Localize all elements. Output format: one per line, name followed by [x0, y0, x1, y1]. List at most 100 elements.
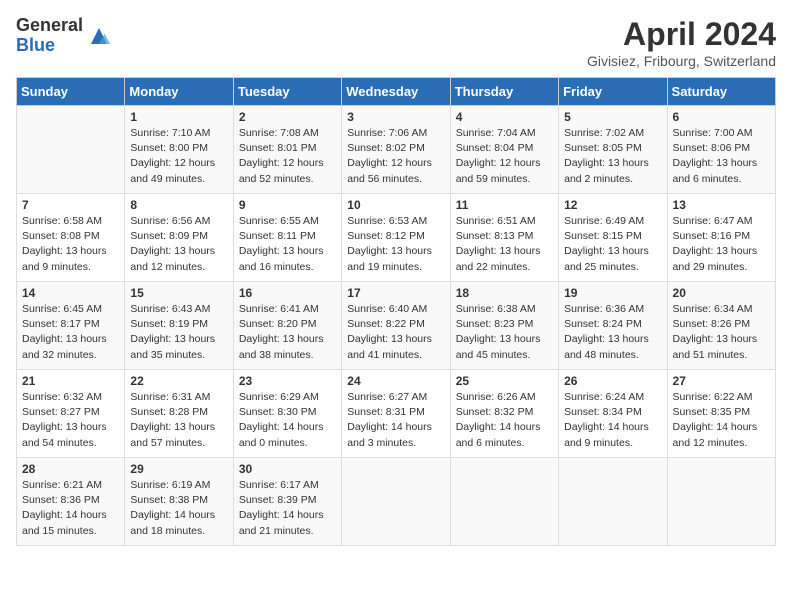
- day-info: Sunrise: 6:24 AM Sunset: 8:34 PM Dayligh…: [564, 390, 661, 451]
- day-info: Sunrise: 6:29 AM Sunset: 8:30 PM Dayligh…: [239, 390, 336, 451]
- day-number: 14: [22, 286, 119, 300]
- calendar-week-row: 1Sunrise: 7:10 AM Sunset: 8:00 PM Daylig…: [17, 106, 776, 194]
- calendar-cell: 7 Sunrise: 6:58 AM Sunset: 8:08 PM Daylig…: [17, 194, 125, 282]
- day-number: 15: [130, 286, 227, 300]
- header-saturday: Saturday: [667, 78, 775, 106]
- day-info: Sunrise: 6:21 AM Sunset: 8:36 PM Dayligh…: [22, 478, 119, 539]
- day-info: Sunrise: 6:38 AM Sunset: 8:23 PM Dayligh…: [456, 302, 553, 363]
- calendar-week-row: 7 Sunrise: 6:58 AM Sunset: 8:08 PM Daylig…: [17, 194, 776, 282]
- calendar-cell: 4 Sunrise: 7:04 AM Sunset: 8:04 PM Daylig…: [450, 106, 558, 194]
- logo-general-text: General: [16, 16, 83, 36]
- day-info: Sunrise: 6:36 AM Sunset: 8:24 PM Dayligh…: [564, 302, 661, 363]
- calendar-cell: 25 Sunrise: 6:26 AM Sunset: 8:32 PM Dayli…: [450, 370, 558, 458]
- day-number: 13: [673, 198, 770, 212]
- calendar-cell: 10 Sunrise: 6:53 AM Sunset: 8:12 PM Dayli…: [342, 194, 450, 282]
- calendar-cell: 3 Sunrise: 7:06 AM Sunset: 8:02 PM Daylig…: [342, 106, 450, 194]
- day-info: Sunrise: 7:02 AM Sunset: 8:05 PM Dayligh…: [564, 126, 661, 187]
- calendar-cell: 17 Sunrise: 6:40 AM Sunset: 8:22 PM Dayli…: [342, 282, 450, 370]
- day-info: Sunrise: 7:04 AM Sunset: 8:04 PM Dayligh…: [456, 126, 553, 187]
- calendar-week-row: 21 Sunrise: 6:32 AM Sunset: 8:27 PM Dayli…: [17, 370, 776, 458]
- calendar-cell: 9 Sunrise: 6:55 AM Sunset: 8:11 PM Daylig…: [233, 194, 341, 282]
- day-info: Sunrise: 6:17 AM Sunset: 8:39 PM Dayligh…: [239, 478, 336, 539]
- calendar-cell: 6 Sunrise: 7:00 AM Sunset: 8:06 PM Daylig…: [667, 106, 775, 194]
- day-number: 23: [239, 374, 336, 388]
- day-number: 28: [22, 462, 119, 476]
- day-number: 11: [456, 198, 553, 212]
- calendar-cell: 15Sunrise: 6:43 AM Sunset: 8:19 PM Dayli…: [125, 282, 233, 370]
- header-friday: Friday: [559, 78, 667, 106]
- day-number: 25: [456, 374, 553, 388]
- day-number: 22: [130, 374, 227, 388]
- day-number: 8: [130, 198, 227, 212]
- day-info: Sunrise: 6:55 AM Sunset: 8:11 PM Dayligh…: [239, 214, 336, 275]
- day-info: Sunrise: 6:22 AM Sunset: 8:35 PM Dayligh…: [673, 390, 770, 451]
- calendar-cell: 16Sunrise: 6:41 AM Sunset: 8:20 PM Dayli…: [233, 282, 341, 370]
- calendar-cell: [450, 458, 558, 546]
- logo-icon: [87, 24, 111, 48]
- day-number: 7: [22, 198, 119, 212]
- day-info: Sunrise: 6:40 AM Sunset: 8:22 PM Dayligh…: [347, 302, 444, 363]
- subtitle: Givisiez, Fribourg, Switzerland: [587, 53, 776, 69]
- calendar-cell: [667, 458, 775, 546]
- title-section: April 2024 Givisiez, Fribourg, Switzerla…: [587, 16, 776, 69]
- calendar-cell: [17, 106, 125, 194]
- day-number: 2: [239, 110, 336, 124]
- day-number: 6: [673, 110, 770, 124]
- calendar-week-row: 14 Sunrise: 6:45 AM Sunset: 8:17 PM Dayli…: [17, 282, 776, 370]
- calendar-cell: 2Sunrise: 7:08 AM Sunset: 8:01 PM Daylig…: [233, 106, 341, 194]
- month-title: April 2024: [587, 16, 776, 53]
- day-number: 4: [456, 110, 553, 124]
- day-info: Sunrise: 6:31 AM Sunset: 8:28 PM Dayligh…: [130, 390, 227, 451]
- day-number: 20: [673, 286, 770, 300]
- calendar-cell: 29Sunrise: 6:19 AM Sunset: 8:38 PM Dayli…: [125, 458, 233, 546]
- day-info: Sunrise: 7:00 AM Sunset: 8:06 PM Dayligh…: [673, 126, 770, 187]
- day-info: Sunrise: 6:19 AM Sunset: 8:38 PM Dayligh…: [130, 478, 227, 539]
- day-info: Sunrise: 6:47 AM Sunset: 8:16 PM Dayligh…: [673, 214, 770, 275]
- calendar-table: Sunday Monday Tuesday Wednesday Thursday…: [16, 77, 776, 546]
- logo: General Blue: [16, 16, 111, 56]
- day-number: 10: [347, 198, 444, 212]
- calendar-week-row: 28 Sunrise: 6:21 AM Sunset: 8:36 PM Dayli…: [17, 458, 776, 546]
- calendar-cell: 11 Sunrise: 6:51 AM Sunset: 8:13 PM Dayli…: [450, 194, 558, 282]
- calendar-cell: 28 Sunrise: 6:21 AM Sunset: 8:36 PM Dayli…: [17, 458, 125, 546]
- calendar-cell: 26Sunrise: 6:24 AM Sunset: 8:34 PM Dayli…: [559, 370, 667, 458]
- day-info: Sunrise: 6:26 AM Sunset: 8:32 PM Dayligh…: [456, 390, 553, 451]
- day-number: 5: [564, 110, 661, 124]
- logo-blue-text: Blue: [16, 36, 83, 56]
- calendar-cell: 1Sunrise: 7:10 AM Sunset: 8:00 PM Daylig…: [125, 106, 233, 194]
- page-header: General Blue April 2024 Givisiez, Fribou…: [16, 16, 776, 69]
- calendar-cell: 19 Sunrise: 6:36 AM Sunset: 8:24 PM Dayli…: [559, 282, 667, 370]
- day-number: 1: [130, 110, 227, 124]
- calendar-cell: 22 Sunrise: 6:31 AM Sunset: 8:28 PM Dayli…: [125, 370, 233, 458]
- day-info: Sunrise: 6:32 AM Sunset: 8:27 PM Dayligh…: [22, 390, 119, 451]
- calendar-header-row: Sunday Monday Tuesday Wednesday Thursday…: [17, 78, 776, 106]
- day-info: Sunrise: 6:41 AM Sunset: 8:20 PM Dayligh…: [239, 302, 336, 363]
- day-info: Sunrise: 6:49 AM Sunset: 8:15 PM Dayligh…: [564, 214, 661, 275]
- day-number: 18: [456, 286, 553, 300]
- header-wednesday: Wednesday: [342, 78, 450, 106]
- day-number: 17: [347, 286, 444, 300]
- calendar-cell: 27Sunrise: 6:22 AM Sunset: 8:35 PM Dayli…: [667, 370, 775, 458]
- day-info: Sunrise: 6:34 AM Sunset: 8:26 PM Dayligh…: [673, 302, 770, 363]
- day-info: Sunrise: 6:53 AM Sunset: 8:12 PM Dayligh…: [347, 214, 444, 275]
- day-number: 9: [239, 198, 336, 212]
- day-number: 19: [564, 286, 661, 300]
- day-number: 3: [347, 110, 444, 124]
- calendar-cell: 14 Sunrise: 6:45 AM Sunset: 8:17 PM Dayli…: [17, 282, 125, 370]
- day-number: 24: [347, 374, 444, 388]
- day-number: 21: [22, 374, 119, 388]
- day-info: Sunrise: 7:06 AM Sunset: 8:02 PM Dayligh…: [347, 126, 444, 187]
- calendar-cell: 21 Sunrise: 6:32 AM Sunset: 8:27 PM Dayli…: [17, 370, 125, 458]
- day-info: Sunrise: 6:51 AM Sunset: 8:13 PM Dayligh…: [456, 214, 553, 275]
- calendar-cell: 5 Sunrise: 7:02 AM Sunset: 8:05 PM Daylig…: [559, 106, 667, 194]
- day-info: Sunrise: 6:45 AM Sunset: 8:17 PM Dayligh…: [22, 302, 119, 363]
- calendar-cell: 8 Sunrise: 6:56 AM Sunset: 8:09 PM Daylig…: [125, 194, 233, 282]
- day-number: 30: [239, 462, 336, 476]
- day-info: Sunrise: 6:27 AM Sunset: 8:31 PM Dayligh…: [347, 390, 444, 451]
- day-info: Sunrise: 6:58 AM Sunset: 8:08 PM Dayligh…: [22, 214, 119, 275]
- day-number: 12: [564, 198, 661, 212]
- calendar-cell: [559, 458, 667, 546]
- day-info: Sunrise: 6:56 AM Sunset: 8:09 PM Dayligh…: [130, 214, 227, 275]
- header-thursday: Thursday: [450, 78, 558, 106]
- header-monday: Monday: [125, 78, 233, 106]
